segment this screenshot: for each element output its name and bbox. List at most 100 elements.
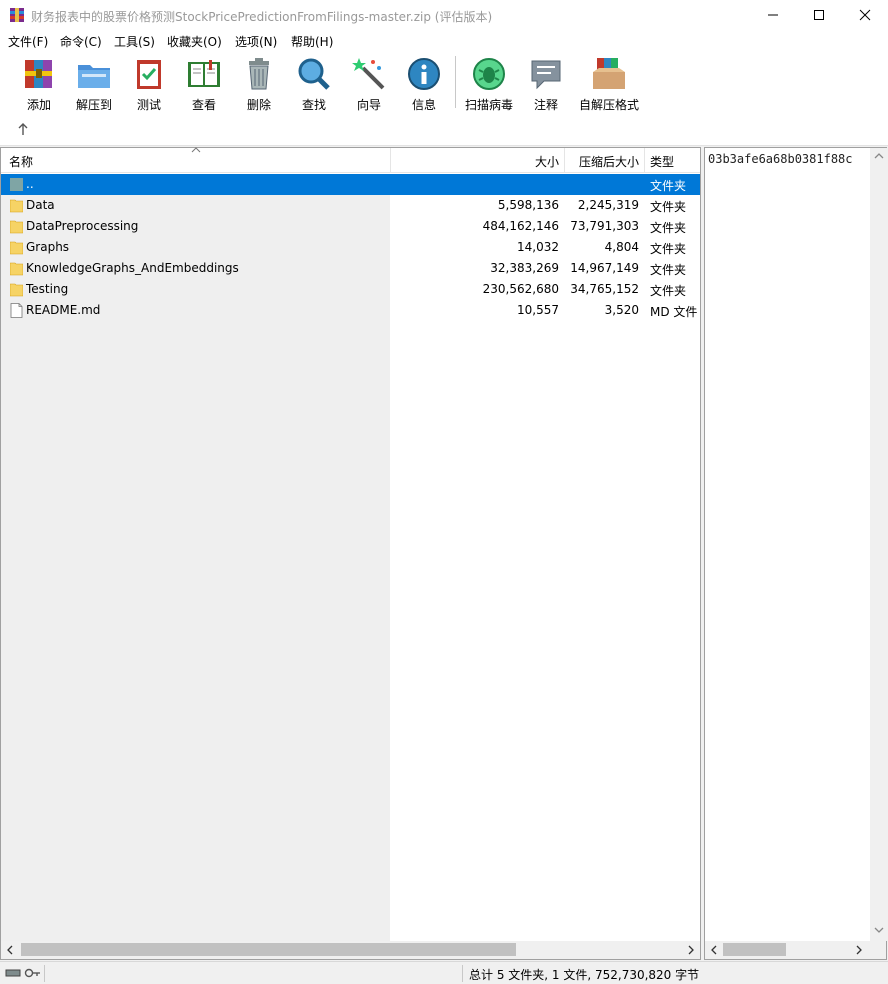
table-row[interactable]: DataPreprocessing 484,162,146 73,791,303 文件… bbox=[1, 216, 700, 237]
row-name: Graphs bbox=[26, 240, 70, 254]
wizard-wand-icon bbox=[352, 58, 385, 90]
scroll-down-icon[interactable] bbox=[874, 926, 884, 934]
row-type: 文件夹 bbox=[650, 200, 687, 214]
table-row[interactable]: KnowledgeGraphs_AndEmbeddings 32,383,269 1… bbox=[1, 258, 700, 279]
row-type: 文件夹 bbox=[650, 284, 687, 298]
row-size: 32,383,269 bbox=[490, 261, 559, 275]
sfx-box-icon bbox=[593, 58, 625, 89]
table-row[interactable]: Data 5,598,136 2,245,319 文件夹 bbox=[1, 195, 700, 216]
row-name: KnowledgeGraphs_AndEmbeddings bbox=[26, 261, 239, 275]
close-button[interactable] bbox=[842, 0, 888, 30]
trash-icon bbox=[249, 58, 269, 90]
scrollbar-thumb[interactable] bbox=[21, 943, 516, 956]
maximize-icon bbox=[814, 10, 824, 20]
column-divider[interactable] bbox=[644, 148, 645, 173]
comment-pane: 03b3afe6a68b0381f88c bbox=[704, 147, 887, 960]
menu-bar: 文件(F) 命令(C) 工具(S) 收藏夹(O) 选项(N) 帮助(H) bbox=[0, 30, 888, 50]
row-packed-size: 2,245,319 bbox=[577, 198, 639, 212]
row-type: 文件夹 bbox=[650, 179, 687, 193]
maximize-button[interactable] bbox=[796, 0, 842, 30]
up-folder-icon[interactable] bbox=[14, 120, 32, 138]
winrar-app-icon bbox=[10, 8, 24, 22]
menu-help[interactable]: 帮助(H) bbox=[291, 33, 333, 50]
scroll-up-icon[interactable] bbox=[874, 152, 884, 160]
menu-tools[interactable]: 工具(S) bbox=[114, 33, 155, 50]
status-bar: 总计 5 文件夹, 1 文件, 752,730,820 字节 bbox=[0, 961, 888, 984]
scroll-left-icon[interactable] bbox=[6, 945, 14, 955]
status-divider bbox=[462, 965, 463, 982]
extract-folder-icon bbox=[78, 65, 110, 88]
column-size[interactable]: 大小 bbox=[535, 153, 559, 170]
column-packed[interactable]: 压缩后大小 bbox=[579, 153, 639, 170]
row-size: 10,557 bbox=[517, 303, 559, 317]
drive-key-icon bbox=[5, 968, 40, 978]
minimize-button[interactable] bbox=[750, 0, 796, 30]
folder-icon bbox=[10, 262, 23, 276]
row-size: 14,032 bbox=[517, 240, 559, 254]
add-archive-icon bbox=[25, 60, 52, 88]
info-button[interactable]: 信息 bbox=[396, 54, 452, 112]
scroll-right-icon[interactable] bbox=[687, 945, 695, 955]
menu-commands[interactable]: 命令(C) bbox=[60, 33, 102, 50]
column-divider[interactable] bbox=[390, 148, 391, 173]
row-name: README.md bbox=[26, 303, 101, 317]
row-name: Testing bbox=[26, 282, 69, 296]
row-size: 5,598,136 bbox=[497, 198, 559, 212]
archive-comment: 03b3afe6a68b0381f88c bbox=[708, 152, 853, 166]
table-row[interactable]: README.md 10,557 3,520 MD 文件 bbox=[1, 300, 700, 321]
folder-icon bbox=[10, 220, 23, 234]
row-type: 文件夹 bbox=[650, 242, 687, 256]
comment-icon bbox=[531, 60, 561, 90]
menu-options[interactable]: 选项(N) bbox=[235, 33, 277, 50]
row-size: 484,162,146 bbox=[482, 219, 559, 233]
menu-file[interactable]: 文件(F) bbox=[8, 33, 48, 50]
column-divider[interactable] bbox=[564, 148, 565, 173]
info-icon bbox=[408, 58, 440, 90]
row-packed-size: 14,967,149 bbox=[570, 261, 639, 275]
row-type: 文件夹 bbox=[650, 221, 687, 235]
comment-horizontal-scrollbar[interactable] bbox=[705, 941, 886, 959]
scrollbar-thumb[interactable] bbox=[723, 943, 786, 956]
folder-icon bbox=[10, 241, 23, 255]
table-row[interactable]: Graphs 14,032 4,804 文件夹 bbox=[1, 237, 700, 258]
table-row[interactable]: .. 文件夹 bbox=[1, 174, 700, 195]
close-icon bbox=[859, 9, 871, 21]
row-packed-size: 3,520 bbox=[604, 303, 639, 317]
row-name: Data bbox=[26, 198, 55, 212]
row-size: 230,562,680 bbox=[482, 282, 559, 296]
row-type: 文件夹 bbox=[650, 263, 687, 277]
column-type[interactable]: 类型 bbox=[650, 153, 674, 170]
horizontal-scrollbar[interactable] bbox=[1, 941, 700, 959]
row-name: DataPreprocessing bbox=[26, 219, 139, 233]
row-type: MD 文件 bbox=[650, 305, 698, 319]
comment-button[interactable]: 注释 bbox=[518, 54, 574, 112]
view-book-icon bbox=[188, 60, 220, 87]
row-name: .. bbox=[26, 177, 34, 191]
scroll-right-icon[interactable] bbox=[855, 945, 863, 955]
magnifier-icon bbox=[298, 58, 330, 90]
toolbar: 添加 解压到 测试 查看 删除 查找 向导 信息 扫描病毒 注释 自解压格式 bbox=[0, 50, 888, 146]
row-packed-size: 4,804 bbox=[604, 240, 639, 254]
file-list: 名称 大小 压缩后大小 类型 .. 文件夹 Data 5,598,136 2,245,3… bbox=[0, 147, 701, 960]
sfx-button[interactable]: 自解压格式 bbox=[579, 54, 639, 112]
row-packed-size: 73,791,303 bbox=[570, 219, 639, 233]
column-header: 名称 大小 压缩后大小 类型 bbox=[1, 147, 700, 173]
row-packed-size: 34,765,152 bbox=[570, 282, 639, 296]
menu-favorites[interactable]: 收藏夹(O) bbox=[167, 33, 222, 50]
comment-vertical-scrollbar[interactable] bbox=[870, 148, 887, 941]
virus-scan-icon bbox=[473, 58, 505, 90]
folder-icon bbox=[10, 283, 23, 297]
minimize-icon bbox=[768, 14, 778, 16]
test-clipboard-icon bbox=[137, 60, 161, 89]
table-row[interactable]: Testing 230,562,680 34,765,152 文件夹 bbox=[1, 279, 700, 300]
status-summary: 总计 5 文件夹, 1 文件, 752,730,820 字节 bbox=[469, 968, 700, 982]
column-name[interactable]: 名称 bbox=[9, 153, 33, 170]
scroll-left-icon[interactable] bbox=[710, 945, 718, 955]
status-divider bbox=[44, 965, 45, 982]
window-title: 财务报表中的股票价格预测StockPricePredictionFromFili… bbox=[31, 10, 493, 24]
file-icon bbox=[10, 303, 23, 318]
sfx-label: 自解压格式 bbox=[578, 98, 639, 112]
title-bar: 财务报表中的股票价格预测StockPricePredictionFromFili… bbox=[0, 0, 888, 30]
parent-folder-icon bbox=[10, 178, 23, 191]
sort-ascending-icon bbox=[191, 147, 201, 153]
